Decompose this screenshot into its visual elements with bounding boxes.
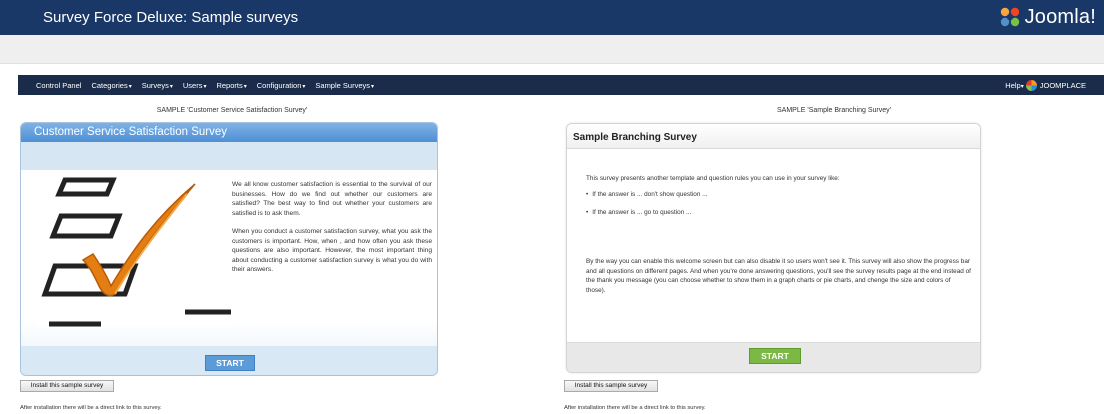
joomla-logo-icon [1000,7,1019,27]
page-title: Survey Force Deluxe: Sample surveys [43,9,299,26]
chevron-down-icon: ▾ [243,83,247,90]
chevron-down-icon: ▾ [169,83,173,90]
chevron-down-icon: ▾ [203,83,207,90]
description-paragraph: We all know customer satisfaction is ess… [232,181,432,217]
nav-item-label: Sample Surveys [315,80,370,90]
left-sample-heading: SAMPLE 'Customer Service Satisfaction Su… [156,107,308,114]
nav-item-label: Reports [216,80,243,90]
chevron-down-icon: ▾ [1020,83,1024,90]
card-title: Customer Service Satisfaction Survey [21,123,437,142]
help-menu[interactable]: Help▾ [1005,81,1023,90]
joomla-logo[interactable]: Joomla! [998,5,1096,29]
card-description: This survey presents another template an… [586,174,966,227]
card-band [21,142,437,170]
nav-item-control-panel[interactable]: Control Panel [36,81,81,90]
nav-item-label: Users [182,80,203,90]
chevron-down-icon: ▾ [302,83,306,90]
install-sample-survey-button[interactable]: Install this sample survey [564,380,658,392]
nav-item-reports[interactable]: Reports▾ [216,81,246,90]
description-paragraph: By the way you can enable this welcome s… [586,258,971,294]
subheader-bar [0,35,1104,64]
nav-item-categories[interactable]: Categories▾ [91,81,131,90]
nav-item-users[interactable]: Users▾ [183,81,207,90]
nav-item-surveys[interactable]: Surveys▾ [142,81,173,90]
nav-right: Help▾ JOOMPLACE [1005,75,1086,95]
help-label: Help [1005,80,1021,90]
list-item: If the answer is ... don't show question… [586,190,966,200]
nav-item-label: Configuration [256,80,302,90]
install-note: After installation there will be a direc… [564,405,706,411]
nav-item-sample-surveys[interactable]: Sample Surveys▾ [315,81,374,90]
card-description: We all know customer satisfaction is ess… [232,180,432,284]
install-note: After installation there will be a direc… [20,405,162,411]
nav-menu: Control Panel Categories▾ Surveys▾ Users▾ Re… [36,75,384,95]
description-paragraph: When you conduct a customer satisfaction… [232,228,432,273]
right-sample-heading: SAMPLE 'Sample Branching Survey' [777,107,891,114]
start-button-branching[interactable]: START [749,348,801,364]
app-header: Survey Force Deluxe: Sample surveys Joom… [0,0,1104,35]
nav-item-label: Surveys [141,80,169,90]
description-intro: This survey presents another template an… [586,175,840,182]
joomplace-link[interactable]: JOOMPLACE [1040,81,1086,90]
nav-item-configuration[interactable]: Configuration▾ [257,81,306,90]
card-title: Sample Branching Survey [567,124,980,149]
install-sample-survey-button[interactable]: Install this sample survey [20,380,114,392]
main-navbar: Control Panel Categories▾ Surveys▾ Users▾ Re… [18,75,1104,95]
rules-list: If the answer is ... don't show question… [586,190,966,218]
survey-card-customer-satisfaction: Customer Service Satisfaction Survey We … [20,122,438,376]
checkmark-illustration-icon [35,174,231,327]
survey-card-branching: Sample Branching Survey This survey pres… [566,123,981,373]
nav-item-label: Categories [91,80,128,90]
chevron-down-icon: ▾ [371,83,375,90]
joomla-logo-text: Joomla! [1024,5,1096,28]
list-item: If the answer is ... go to question ... [586,208,966,218]
nav-item-label: Control Panel [36,80,82,90]
chevron-down-icon: ▾ [128,83,132,90]
start-button-customer-satisfaction[interactable]: START [205,355,255,371]
joomplace-icon [1025,79,1037,91]
